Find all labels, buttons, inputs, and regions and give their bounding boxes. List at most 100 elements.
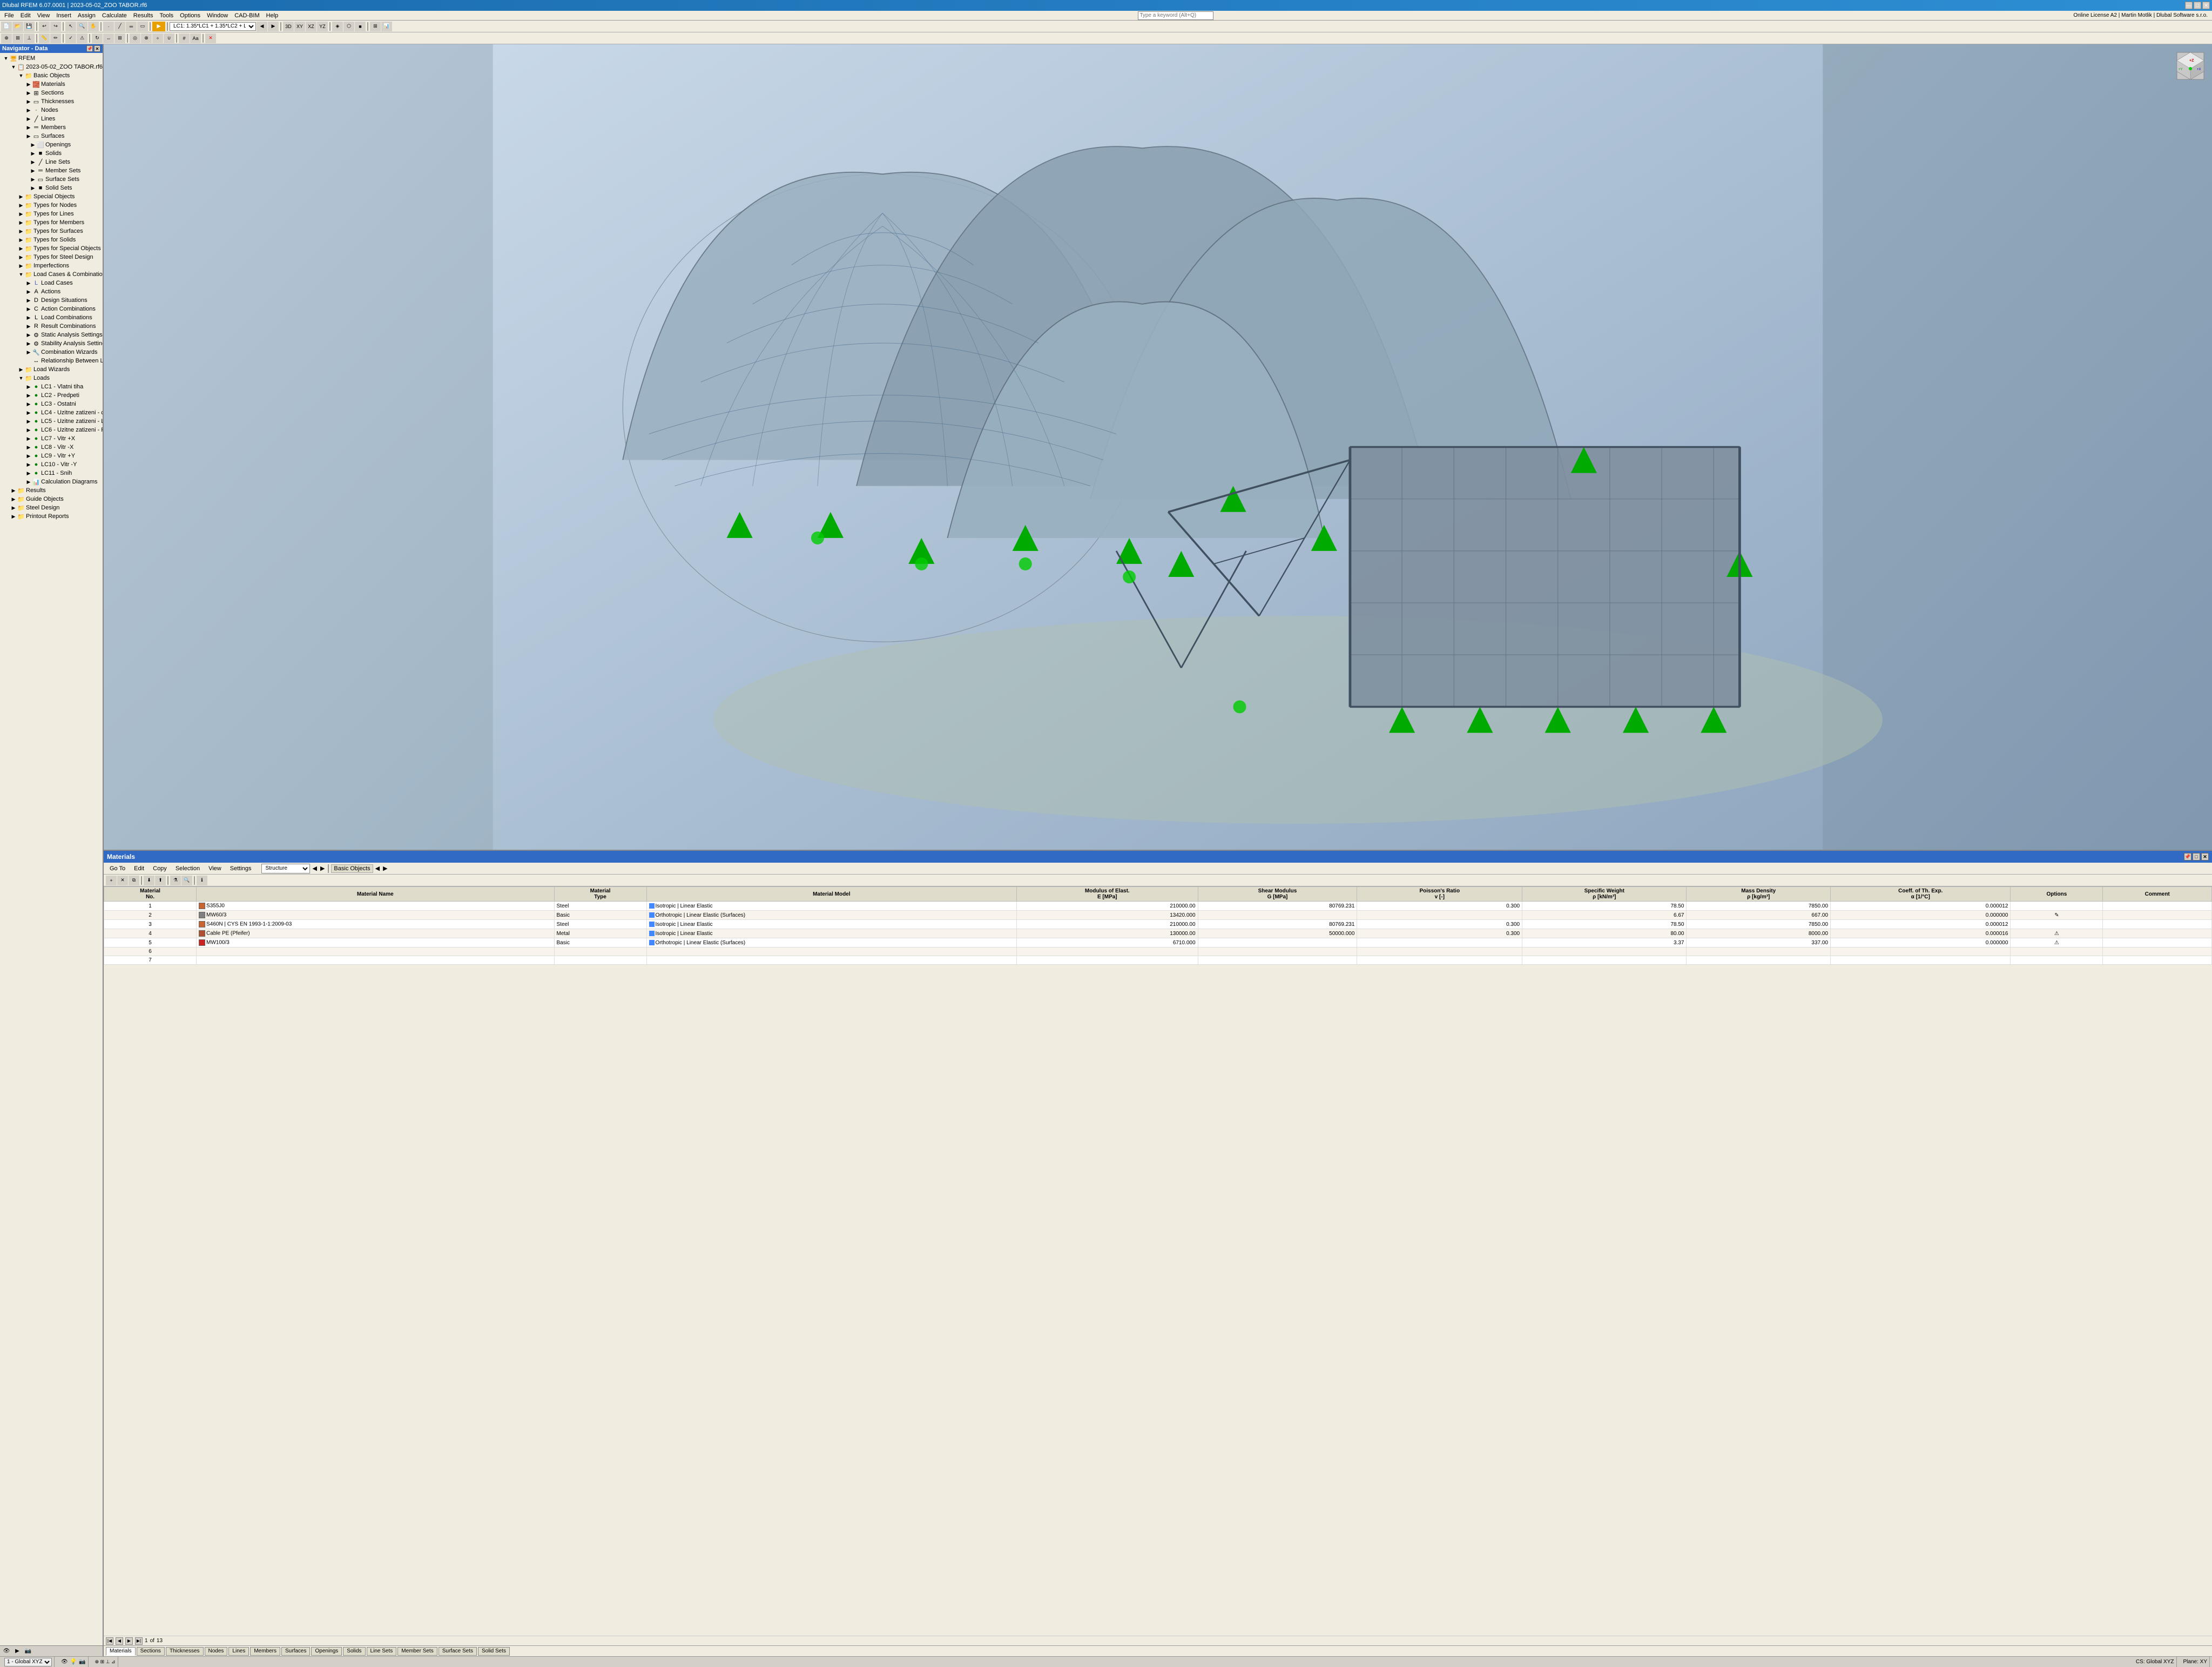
toggle-printout-reports[interactable]: ▶	[10, 513, 17, 520]
pan-btn[interactable]: ✋	[88, 22, 99, 31]
tree-item-materials[interactable]: ▶ 🧱 Materials	[0, 80, 103, 89]
nav-camera-icon[interactable]: 📷	[24, 1647, 32, 1656]
tab-openings[interactable]: Openings	[311, 1647, 342, 1656]
tree-item-lc7[interactable]: ▶ ● LC7 - Vitr +X	[0, 434, 103, 443]
mat-view-btn[interactable]: View	[205, 864, 225, 873]
project-btn[interactable]: ◎	[130, 33, 140, 43]
measure-btn[interactable]: 📏	[39, 33, 50, 43]
toggle-lc10[interactable]: ▶	[25, 461, 32, 468]
open-btn[interactable]: 📂	[12, 22, 23, 31]
toggle-types-solids[interactable]: ▶	[17, 236, 25, 244]
mat-close-btn[interactable]: ✕	[2201, 853, 2209, 861]
toggle-member-sets[interactable]: ▶	[29, 167, 37, 174]
mat-export-btn[interactable]: ⬆	[155, 876, 166, 885]
tree-item-openings[interactable]: ▶ ⬜ Openings	[0, 140, 103, 149]
result-diagram-btn[interactable]: 📊	[381, 22, 392, 31]
toggle-line-sets[interactable]: ▶	[29, 158, 37, 166]
toggle-basic-objects[interactable]: ▼	[17, 72, 25, 79]
toggle-load-cases[interactable]: ▶	[25, 279, 32, 287]
mat-search-btn[interactable]: 🔍	[181, 876, 192, 885]
tree-item-lc2[interactable]: ▶ ● LC2 - Predpeti	[0, 391, 103, 400]
toggle-action-combinations[interactable]: ▶	[25, 305, 32, 313]
table-row[interactable]: 5 MW100/3 Basic Orthotropic | Linear Ela…	[104, 938, 2212, 947]
tab-nodes[interactable]: Nodes	[205, 1647, 228, 1656]
nav-pin-button[interactable]: 📌	[86, 45, 93, 52]
prev-lc-btn[interactable]: ◀	[257, 22, 267, 31]
ortho-btn[interactable]: ⊥	[24, 33, 35, 43]
cell-options[interactable]	[2011, 947, 2103, 956]
mat-arrow-right[interactable]: ▶	[320, 865, 325, 872]
tree-item-sections[interactable]: ▶ ⊞ Sections	[0, 89, 103, 97]
toggle-lc2[interactable]: ▶	[25, 392, 32, 399]
menu-help[interactable]: Help	[263, 11, 282, 20]
mat-settings-btn[interactable]: Settings	[226, 864, 255, 873]
tree-item-special-objects[interactable]: ▶ 📁 Special Objects	[0, 192, 103, 201]
cell-options[interactable]: ⚠	[2011, 938, 2103, 947]
tree-item-types-surfaces[interactable]: ▶ 📁 Types for Surfaces	[0, 227, 103, 236]
toggle-actions[interactable]: ▶	[25, 288, 32, 295]
tree-item-solids[interactable]: ▶ ■ Solids	[0, 149, 103, 158]
tab-surfaces[interactable]: Surfaces	[281, 1647, 310, 1656]
toggle-steel-design[interactable]: ▶	[10, 504, 17, 512]
tree-item-lc10[interactable]: ▶ ● LC10 - Vitr -Y	[0, 460, 103, 469]
cell-options[interactable]: ✎	[2011, 911, 2103, 920]
toggle-load-combinations[interactable]: ▶	[25, 314, 32, 321]
load-case-combo[interactable]: LC1: 1.35*LC1 + 1.35*LC2 + LC2	[170, 22, 256, 31]
maximize-button[interactable]: □	[2194, 2, 2201, 9]
tree-item-loads[interactable]: ▼ 📁 Loads	[0, 374, 103, 382]
tree-item-surface-sets[interactable]: ▶ ▭ Surface Sets	[0, 175, 103, 184]
tree-item-actions[interactable]: ▶ A Actions	[0, 287, 103, 296]
tree-item-imperfections[interactable]: ▶ 📁 Imperfections	[0, 261, 103, 270]
nav-play-icon[interactable]: ▶	[13, 1647, 22, 1656]
tree-item-lc4[interactable]: ▶ ● LC4 - Uzitne zatizeni - cela plocha	[0, 408, 103, 417]
page-first-btn[interactable]: |◀	[106, 1637, 113, 1645]
tab-lines[interactable]: Lines	[228, 1647, 249, 1656]
rotate-btn[interactable]: ↻	[92, 33, 103, 43]
tree-item-combination-wizards[interactable]: ▶ 🔧 Combination Wizards	[0, 348, 103, 357]
tree-item-printout-reports[interactable]: ▶ 📁 Printout Reports	[0, 512, 103, 521]
menu-file[interactable]: File	[1, 11, 17, 20]
save-btn[interactable]: 💾	[24, 22, 35, 31]
member-btn[interactable]: ═	[126, 22, 137, 31]
mat-import-btn[interactable]: ⬇	[144, 876, 154, 885]
tree-item-member-sets[interactable]: ▶ ═ Member Sets	[0, 166, 103, 175]
tab-materials[interactable]: Materials	[106, 1647, 136, 1656]
toggle-guide-objects[interactable]: ▶	[10, 495, 17, 503]
show-labels-btn[interactable]: Aa	[190, 33, 201, 43]
toggle-types-lines[interactable]: ▶	[17, 210, 25, 218]
tree-item-file[interactable]: ▼ 📋 2023-05-02_ZOO TABOR.rf6	[0, 63, 103, 71]
divide-btn[interactable]: ÷	[152, 33, 163, 43]
table-row[interactable]: 7	[104, 956, 2212, 965]
tree-item-types-nodes[interactable]: ▶ 📁 Types for Nodes	[0, 201, 103, 210]
tree-item-static-analysis[interactable]: ▶ ⚙ Static Analysis Settings	[0, 331, 103, 339]
select-btn[interactable]: ↖	[65, 22, 76, 31]
toggle-design-situations[interactable]: ▶	[25, 297, 32, 304]
tree-item-types-members[interactable]: ▶ 📁 Types for Members	[0, 218, 103, 227]
navigation-cube[interactable]: +Z +X +Y	[2174, 50, 2207, 82]
mat-maximize-btn[interactable]: □	[2193, 853, 2200, 861]
toggle-lc9[interactable]: ▶	[25, 452, 32, 460]
minimize-button[interactable]: —	[2185, 2, 2193, 9]
tree-item-calc-diagrams[interactable]: ▶ 📊 Calculation Diagrams	[0, 478, 103, 486]
toggle-imperfections[interactable]: ▶	[17, 262, 25, 270]
tree-item-lc1[interactable]: ▶ ● LC1 - Vlatni tiha	[0, 382, 103, 391]
mat-goto-btn[interactable]: Go To	[106, 864, 129, 873]
tree-item-lc5[interactable]: ▶ ● LC5 - Uzitne zatizeni - L	[0, 417, 103, 426]
menu-edit[interactable]: Edit	[17, 11, 34, 20]
menu-tools[interactable]: Tools	[156, 11, 177, 20]
tree-item-types-steel[interactable]: ▶ 📁 Types for Steel Design	[0, 253, 103, 261]
snap-btn[interactable]: ⊕	[1, 33, 12, 43]
surface-btn[interactable]: ▭	[137, 22, 148, 31]
toggle-results[interactable]: ▶	[10, 487, 17, 494]
mat-copy-btn[interactable]: Copy	[149, 864, 171, 873]
toggle-surfaces[interactable]: ▶	[25, 132, 32, 140]
check-btn[interactable]: ✓	[65, 33, 76, 43]
toggle-special-objects[interactable]: ▶	[17, 193, 25, 200]
x-icon-btn[interactable]: ✕	[205, 33, 216, 43]
mat-basic-arrow-l[interactable]: ◀	[375, 865, 380, 872]
run-calc-btn[interactable]: ▶	[152, 22, 165, 31]
page-next-btn[interactable]: ▶	[125, 1637, 133, 1645]
mat-pin-btn[interactable]: 📌	[2184, 853, 2191, 861]
tree-item-basic-objects[interactable]: ▼ 📁 Basic Objects	[0, 71, 103, 80]
mat-arrow-left[interactable]: ◀	[312, 865, 316, 872]
